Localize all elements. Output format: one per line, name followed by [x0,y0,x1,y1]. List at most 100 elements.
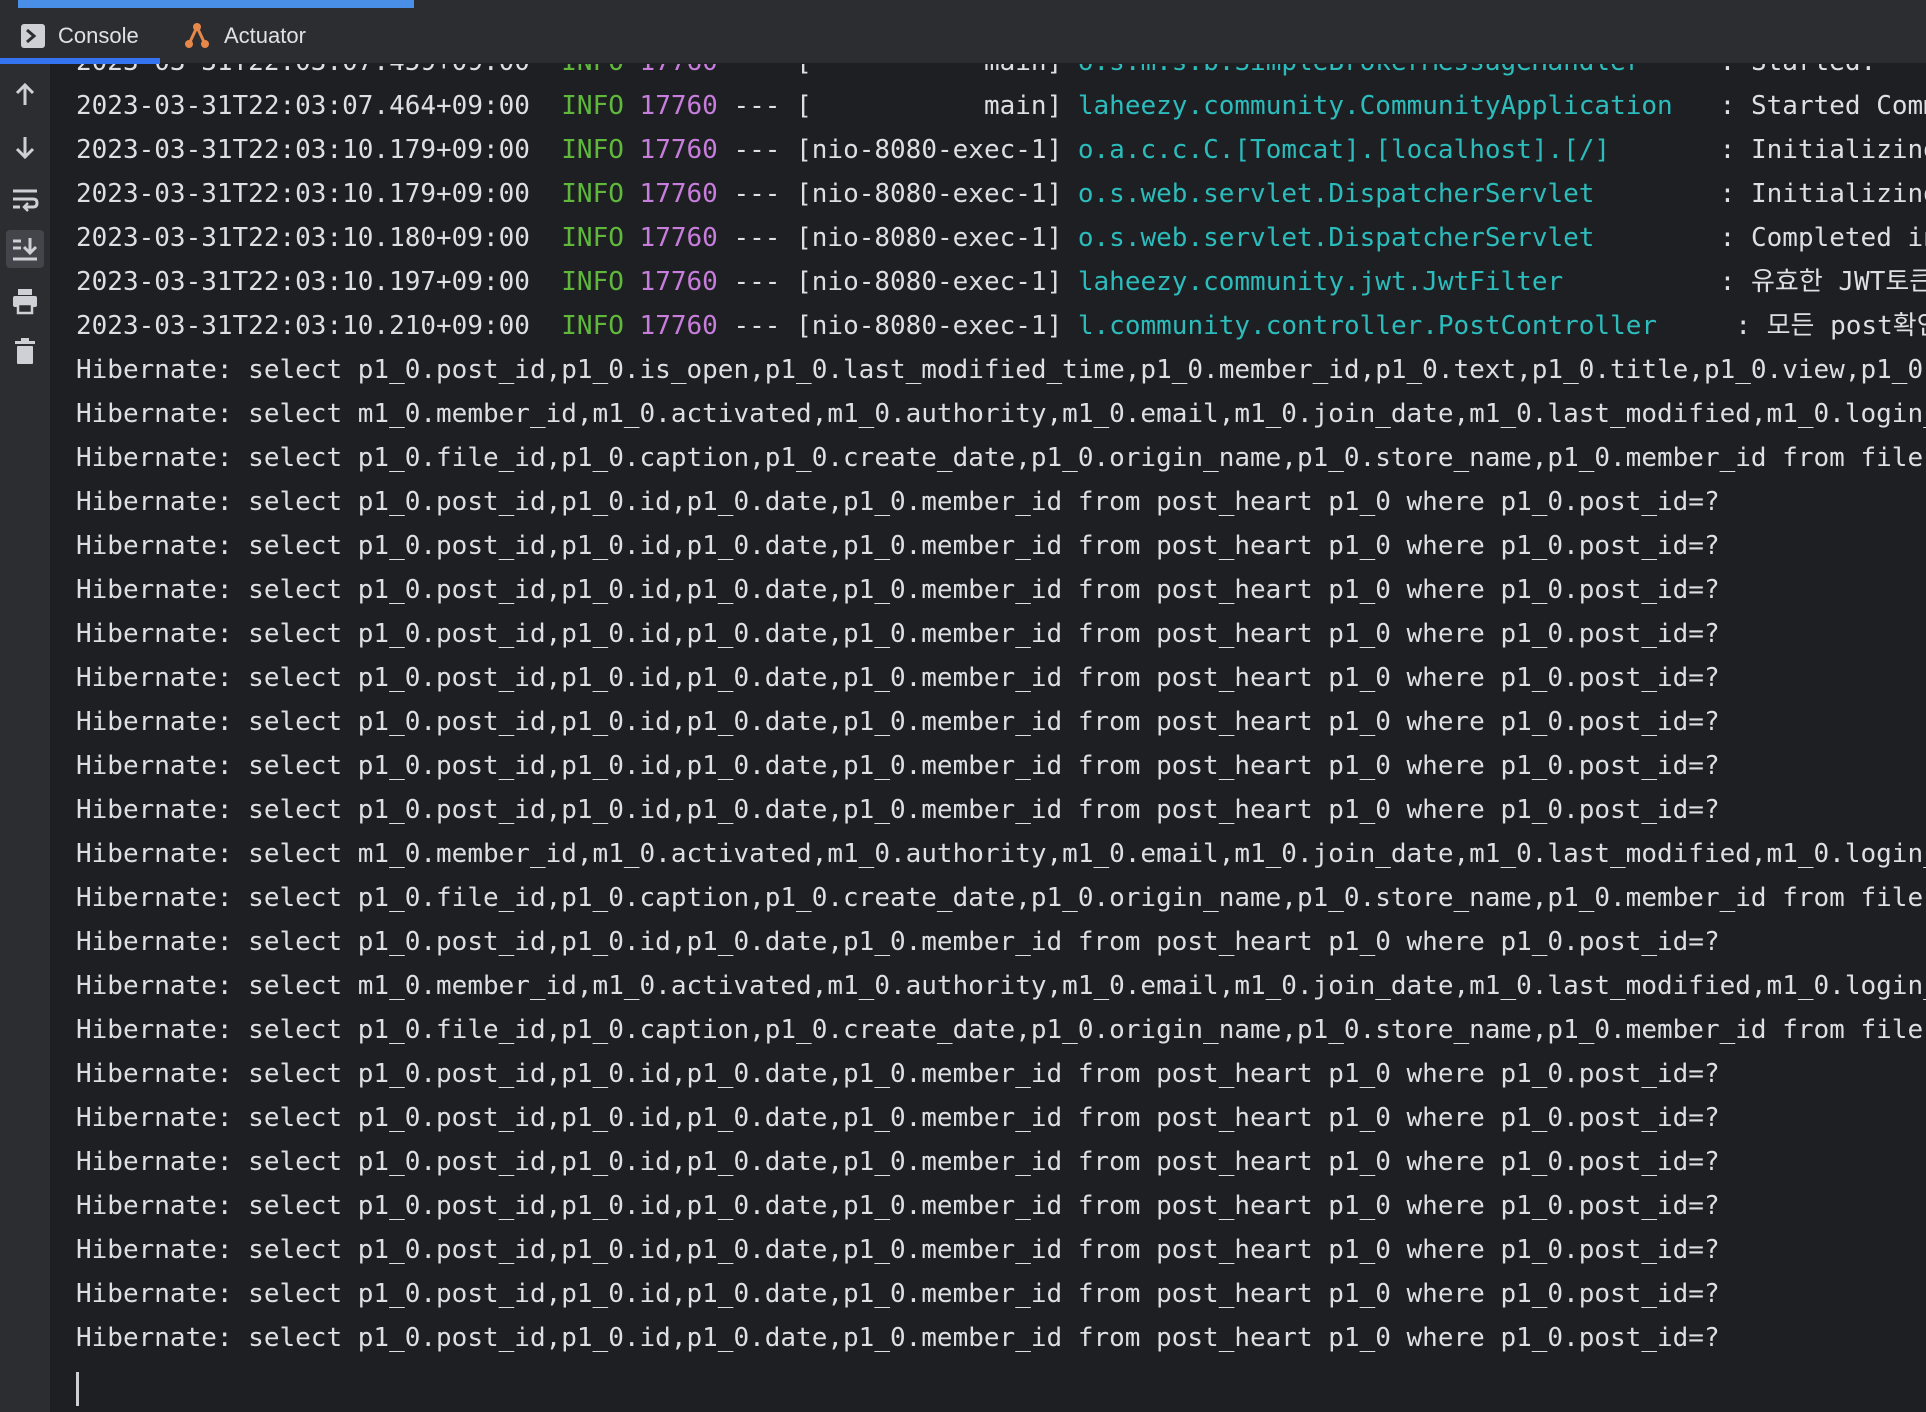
log-level: INFO [561,135,624,165]
sql-line: Hibernate: select p1_0.file_id,p1_0.capt… [76,443,1924,473]
log-timestamp: 2023-03-31T22:03:10.210+09:00 [76,311,530,341]
print-button[interactable] [6,282,44,320]
print-icon [13,289,37,315]
tool-window-tabbar: Console Actuator [0,0,1926,64]
console-lines: 2023-03-31T22:03:07.459+09:00 INFO 17760… [76,64,1926,1360]
scroll-up-icon [15,82,35,105]
tab-actuator[interactable]: Actuator [182,14,306,58]
log-timestamp: 2023-03-31T22:03:07.459+09:00 [76,64,530,77]
log-level: INFO [561,223,624,253]
sql-line: Hibernate: select p1_0.post_id,p1_0.id,p… [76,927,1720,957]
log-thread: [ main] [796,91,1063,121]
log-pid: 17760 [639,179,718,209]
log-separator: --- [733,267,781,297]
scroll-to-end-icon [13,238,38,261]
log-logger: o.s.web.servlet.DispatcherServlet [1077,223,1705,253]
log-thread: [nio-8080-exec-1] [796,267,1063,297]
log-pid: 17760 [639,91,718,121]
log-thread: [nio-8080-exec-1] [796,179,1063,209]
log-message: : Initializing [1719,135,1926,165]
console-toolbar [0,64,50,1412]
sql-line: Hibernate: select p1_0.file_id,p1_0.capt… [76,883,1924,913]
sql-line: Hibernate: select p1_0.post_id,p1_0.id,p… [76,1323,1720,1353]
log-logger: o.a.c.c.C.[Tomcat].[localhost].[/] [1077,135,1705,165]
log-timestamp: 2023-03-31T22:03:10.179+09:00 [76,179,530,209]
sql-line: Hibernate: select p1_0.post_id,p1_0.id,p… [76,751,1720,781]
log-line-1: 2023-03-31T22:03:07.464+09:00 INFO 17760… [76,84,1926,128]
log-pid: 17760 [639,135,718,165]
sql-line: Hibernate: select p1_0.post_id,p1_0.id,p… [76,1235,1720,1265]
log-line-4: 2023-03-31T22:03:10.180+09:00 INFO 17760… [76,216,1926,260]
scroll-up-button[interactable] [6,76,44,114]
log-level: INFO [561,64,624,77]
sql-line: Hibernate: select p1_0.post_id,p1_0.id,p… [76,531,1720,561]
sql-line: Hibernate: select p1_0.post_id,p1_0.id,p… [76,575,1720,605]
log-pid: 17760 [639,267,718,297]
sql-line: Hibernate: select p1_0.post_id,p1_0.id,p… [76,619,1720,649]
sql-line: Hibernate: select p1_0.post_id,p1_0.id,p… [76,1059,1720,1089]
log-thread: [nio-8080-exec-1] [796,223,1063,253]
log-line-2: 2023-03-31T22:03:10.179+09:00 INFO 17760… [76,128,1926,172]
log-separator: --- [733,311,781,341]
log-level: INFO [561,91,624,121]
log-message: : 모든 post확인 [1735,311,1926,341]
tab-console[interactable]: Console [20,14,139,58]
soft-wrap-icon [13,189,39,212]
sql-line: Hibernate: select p1_0.post_id,p1_0.id,p… [76,1191,1720,1221]
sql-line: Hibernate: select p1_0.post_id,p1_0.id,p… [76,663,1720,693]
log-thread: [ main] [796,64,1062,77]
log-line-5: 2023-03-31T22:03:10.197+09:00 INFO 17760… [76,260,1926,304]
log-level: INFO [561,179,624,209]
clear-icon [15,338,35,364]
sql-line: Hibernate: select p1_0.post_id,p1_0.is_o… [76,355,1926,385]
scroll-down-button[interactable] [6,128,44,166]
sql-line: Hibernate: select p1_0.post_id,p1_0.id,p… [76,795,1720,825]
log-timestamp: 2023-03-31T22:03:10.179+09:00 [76,135,530,165]
scroll-down-icon [15,137,35,160]
log-message: : Initializing [1719,179,1926,209]
log-logger: o.s.m.s.b.SimpleBrokerMessageHandler [1078,64,1704,77]
log-separator: --- [733,91,781,121]
sql-line: Hibernate: select m1_0.member_id,m1_0.ac… [76,971,1926,1001]
log-line-0: 2023-03-31T22:03:07.459+09:00 INFO 17760… [76,64,1926,84]
log-message: : Started Comm [1719,91,1926,121]
log-level: INFO [561,311,624,341]
console-output[interactable]: 2023-03-31T22:03:07.459+09:00 INFO 17760… [50,64,1926,1412]
sql-line: Hibernate: select p1_0.post_id,p1_0.id,p… [76,1103,1720,1133]
log-separator: --- [733,223,781,253]
log-thread: [nio-8080-exec-1] [796,311,1063,341]
scroll-to-end-button[interactable] [6,230,44,268]
tab-actuator-label: Actuator [224,23,306,48]
sql-line: Hibernate: select p1_0.post_id,p1_0.id,p… [76,1147,1720,1177]
log-separator: --- [733,179,781,209]
run-tool-window: Console Actuator 2023-03-31T22:03:07.464… [0,0,1926,1412]
sql-line: Hibernate: select p1_0.file_id,p1_0.capt… [76,1015,1924,1045]
log-pid: 17760 [640,64,718,77]
log-level: INFO [561,267,624,297]
log-separator: --- [733,135,781,165]
sql-line: Hibernate: select p1_0.post_id,p1_0.id,p… [76,707,1720,737]
log-message: : 유효한 JWT토큰 [1719,267,1926,297]
log-separator: --- [733,64,780,77]
log-message: : Started. [1720,64,1877,77]
log-message: : Completed in [1719,223,1926,253]
tabbar-accent-strip [18,0,414,8]
console-icon [20,23,46,49]
log-line-3: 2023-03-31T22:03:10.179+09:00 INFO 17760… [76,172,1926,216]
log-timestamp: 2023-03-31T22:03:07.464+09:00 [76,91,530,121]
clear-all-button[interactable] [6,332,44,370]
actuator-icon [182,21,212,51]
text-caret [76,1372,79,1406]
sql-line: Hibernate: select m1_0.member_id,m1_0.ac… [76,399,1926,429]
log-timestamp: 2023-03-31T22:03:10.197+09:00 [76,267,530,297]
log-logger: laheezy.community.jwt.JwtFilter [1077,267,1705,297]
tab-console-label: Console [58,23,139,48]
log-line-6: 2023-03-31T22:03:10.210+09:00 INFO 17760… [76,304,1926,348]
log-logger: laheezy.community.CommunityApplication [1077,91,1705,121]
log-pid: 17760 [639,311,718,341]
soft-wrap-button[interactable] [6,180,44,218]
log-thread: [nio-8080-exec-1] [796,135,1063,165]
log-logger: l.community.controller.PostController [1077,311,1720,341]
sql-line: Hibernate: select m1_0.member_id,m1_0.ac… [76,839,1926,869]
sql-line: Hibernate: select p1_0.post_id,p1_0.id,p… [76,1279,1720,1309]
